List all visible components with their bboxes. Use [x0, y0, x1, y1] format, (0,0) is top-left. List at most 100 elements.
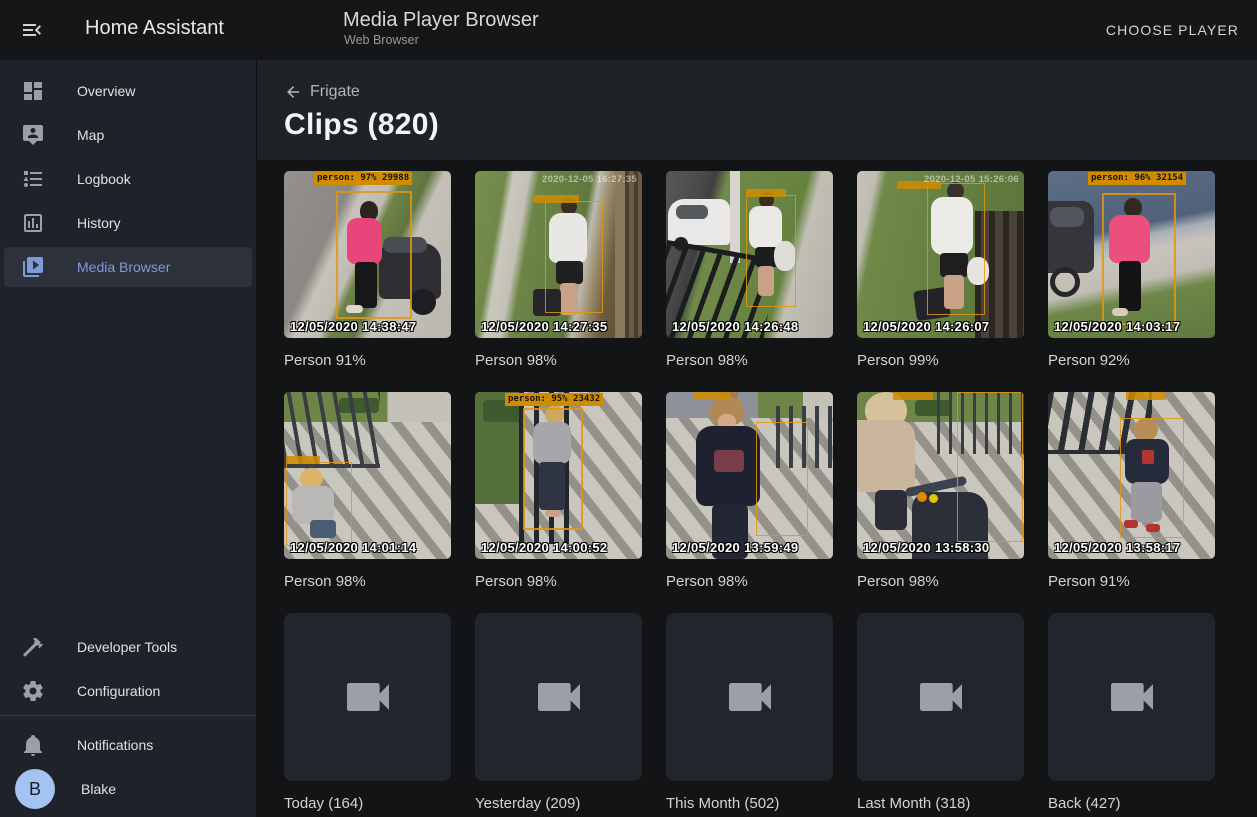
folder-item-yesterday[interactable]: Yesterday (209): [475, 613, 642, 817]
clip-caption: Person 98%: [666, 352, 833, 370]
sidebar-nav: Overview Map Logbook History Media Brows…: [0, 60, 256, 291]
sidebar-item-history[interactable]: History: [4, 203, 252, 243]
sidebar-item-profile[interactable]: B Blake: [4, 769, 252, 809]
folder-tile[interactable]: [666, 613, 833, 781]
sidebar-item-notifications[interactable]: Notifications: [4, 725, 252, 765]
folder-label: Today (164): [284, 795, 451, 813]
folder-tile[interactable]: [1048, 613, 1215, 781]
clip-item[interactable]: 12/05/2020 13:58:30 Person 98%: [857, 392, 1024, 613]
video-camera-icon: [531, 669, 587, 725]
clip-caption: Person 98%: [284, 573, 451, 591]
clip-thumbnail[interactable]: 12/05/2020 13:58:17: [1048, 392, 1215, 559]
clip-thumbnail[interactable]: 12/05/2020 13:59:49: [666, 392, 833, 559]
folder-label: Yesterday (209): [475, 795, 642, 813]
list-icon: [21, 167, 45, 191]
page-header-subtitle: Web Browser: [344, 33, 419, 47]
video-camera-icon: [913, 669, 969, 725]
folder-item-back[interactable]: Back (427): [1048, 613, 1215, 817]
arrow-left-icon: [284, 83, 302, 101]
folder-item-last-month[interactable]: Last Month (318): [857, 613, 1024, 817]
clip-item[interactable]: person: 96% 32154 12/05/2020 14:03:17 Pe…: [1048, 171, 1215, 392]
breadcrumb[interactable]: Frigate: [284, 83, 360, 101]
clip-timestamp: 12/05/2020 14:26:07: [863, 319, 989, 334]
sidebar-item-label: Logbook: [77, 171, 131, 187]
clip-item[interactable]: 12/05/2020 13:58:17 Person 91%: [1048, 392, 1215, 613]
media-browser-header: Frigate Clips (820): [257, 60, 1257, 160]
folder-tile[interactable]: [284, 613, 451, 781]
folder-item-today[interactable]: Today (164): [284, 613, 451, 817]
clip-caption: Person 92%: [1048, 352, 1215, 370]
detection-label: person: 96% 32154: [1088, 172, 1186, 185]
choose-player-button[interactable]: CHOOSE PLAYER: [1098, 0, 1247, 60]
sidebar-item-label: Developer Tools: [77, 639, 177, 655]
clip-thumbnail[interactable]: 12/05/2020 13:58:30: [857, 392, 1024, 559]
sidebar-item-label: Map: [77, 127, 104, 143]
folder-tile[interactable]: [475, 613, 642, 781]
clip-caption: Person 98%: [666, 573, 833, 591]
gear-icon: [21, 679, 45, 703]
sidebar-item-media-browser[interactable]: Media Browser: [4, 247, 252, 287]
sidebar-item-overview[interactable]: Overview: [4, 71, 252, 111]
sidebar-item-label: Configuration: [77, 683, 160, 699]
dashboard-icon: [21, 79, 45, 103]
folder-label: Last Month (318): [857, 795, 1024, 813]
folder-item-this-month[interactable]: This Month (502): [666, 613, 833, 817]
clip-timestamp: 12/05/2020 14:00:52: [481, 540, 607, 555]
sidebar-item-configuration[interactable]: Configuration: [4, 671, 252, 711]
chart-box-icon: [21, 211, 45, 235]
page-title: Clips (820): [284, 108, 1257, 142]
clip-thumbnail[interactable]: 2020-12-05 15:26:06 12/05/2020 14:26:07: [857, 171, 1024, 338]
hammer-icon: [21, 635, 45, 659]
sidebar-spacer: [0, 291, 256, 616]
clip-item[interactable]: 12/05/2020 14:01:14 Person 98%: [284, 392, 451, 613]
clip-thumbnail[interactable]: 12/05/2020 14:01:14: [284, 392, 451, 559]
detection-label: person: 97% 29988: [314, 172, 412, 185]
sidebar-item-label: Notifications: [77, 737, 153, 753]
video-camera-icon: [1104, 669, 1160, 725]
clip-thumbnail[interactable]: person: 96% 32154 12/05/2020 14:03:17: [1048, 171, 1215, 338]
clip-caption: Person 98%: [857, 573, 1024, 591]
clip-item[interactable]: 2020-12-05 16:27:35 12/05/2020 14:27:35 …: [475, 171, 642, 392]
clip-caption: Person 98%: [475, 352, 642, 370]
clip-item[interactable]: 2020-12-05 15:26:06 12/05/2020 14:26:07 …: [857, 171, 1024, 392]
user-name-label: Blake: [81, 781, 116, 797]
clip-item[interactable]: 12/05/2020 13:59:49 Person 98%: [666, 392, 833, 613]
clip-caption: Person 98%: [475, 573, 642, 591]
app-title: Home Assistant: [85, 17, 224, 40]
page-header-title: Media Player Browser: [343, 9, 539, 32]
video-camera-icon: [340, 669, 396, 725]
folder-tile[interactable]: [857, 613, 1024, 781]
clip-timestamp: 12/05/2020 14:01:14: [290, 540, 416, 555]
detection-label: person: 95% 23432: [505, 393, 603, 406]
video-camera-icon: [722, 669, 778, 725]
sidebar-item-label: History: [77, 215, 121, 231]
sidebar-item-map[interactable]: Map: [4, 115, 252, 155]
clip-thumbnail[interactable]: person: 97% 29988 12/05/2020 14:38:47: [284, 171, 451, 338]
clip-thumbnail[interactable]: 12/05/2020 14:26:48: [666, 171, 833, 338]
clip-item[interactable]: person: 95% 23432 12/05/2020 14:00:52 Pe…: [475, 392, 642, 613]
clip-thumbnail[interactable]: person: 95% 23432 12/05/2020 14:00:52: [475, 392, 642, 559]
clip-caption: Person 91%: [1048, 573, 1215, 591]
clip-timestamp: 12/05/2020 14:27:35: [481, 319, 607, 334]
clip-item[interactable]: 12/05/2020 14:26:48 Person 98%: [666, 171, 833, 392]
sidebar-item-developer-tools[interactable]: Developer Tools: [4, 627, 252, 667]
clip-timestamp: 12/05/2020 14:26:48: [672, 319, 798, 334]
bell-icon: [21, 733, 45, 757]
clip-item[interactable]: person: 97% 29988 12/05/2020 14:38:47 Pe…: [284, 171, 451, 392]
clip-thumbnail[interactable]: 2020-12-05 16:27:35 12/05/2020 14:27:35: [475, 171, 642, 338]
sidebar-secondary-nav: Developer Tools Configuration: [0, 616, 256, 715]
sidebar-item-logbook[interactable]: Logbook: [4, 159, 252, 199]
folder-label: This Month (502): [666, 795, 833, 813]
sidebar: Overview Map Logbook History Media Brows…: [0, 60, 257, 817]
media-grid-scroll-area: person: 97% 29988 12/05/2020 14:38:47 Pe…: [257, 160, 1257, 817]
media-browser-panel: Frigate Clips (820) person: 97% 29988 12…: [257, 60, 1257, 817]
avatar: B: [15, 769, 55, 809]
app-top-bar: Home Assistant Media Player Browser Web …: [0, 0, 1257, 60]
menu-open-icon[interactable]: [20, 18, 44, 42]
sidebar-item-label: Media Browser: [77, 259, 170, 275]
clip-timestamp: 12/05/2020 14:03:17: [1054, 319, 1180, 334]
clip-timestamp: 12/05/2020 13:58:17: [1054, 540, 1180, 555]
sidebar-item-label: Overview: [77, 83, 135, 99]
clip-timestamp: 12/05/2020 14:38:47: [290, 319, 416, 334]
clip-caption: Person 99%: [857, 352, 1024, 370]
